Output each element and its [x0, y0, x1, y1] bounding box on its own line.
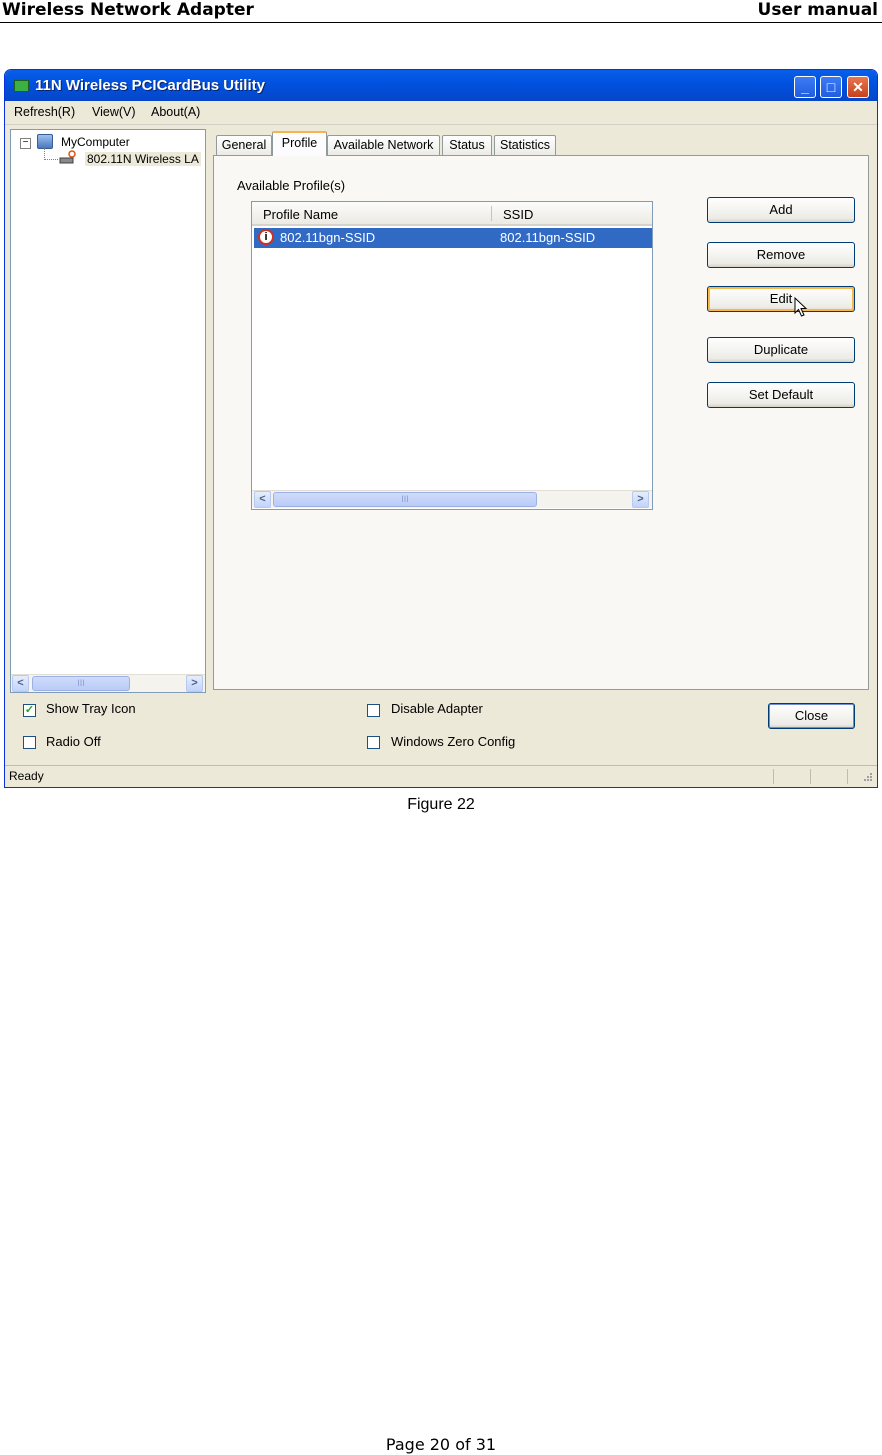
- computer-icon: [37, 134, 53, 149]
- menu-about[interactable]: About(A): [151, 105, 200, 119]
- status-cell: [773, 769, 774, 784]
- menu-view[interactable]: View(V): [92, 105, 136, 119]
- tab-profile[interactable]: Profile: [272, 131, 327, 156]
- page-number: Page 20 of 31: [385, 1435, 497, 1454]
- status-cell: [847, 769, 848, 784]
- tree-horizontal-scrollbar[interactable]: < III >: [11, 674, 205, 692]
- tab-control: General Profile Available Network Status…: [210, 129, 871, 691]
- utility-window: 11N Wireless PCICardBus Utility _ □ ✕ Re…: [4, 69, 878, 788]
- column-ssid[interactable]: SSID: [503, 207, 533, 222]
- tab-status[interactable]: Status: [442, 135, 492, 155]
- remove-button[interactable]: Remove: [707, 242, 855, 268]
- chevron-left-icon[interactable]: <: [254, 491, 271, 508]
- profile-name-cell: 802.11bgn-SSID: [280, 230, 376, 245]
- disable-adapter-checkbox[interactable]: [367, 704, 380, 717]
- set-default-button[interactable]: Set Default: [707, 382, 855, 408]
- available-profiles-label: Available Profile(s): [237, 178, 346, 193]
- disable-adapter-label[interactable]: Disable Adapter: [391, 701, 483, 716]
- checkmark-icon: ✓: [24, 704, 35, 716]
- mouse-cursor-icon: [794, 297, 808, 317]
- tree-item-adapter[interactable]: 802.11N Wireless LA: [85, 152, 201, 166]
- window-title: 11N Wireless PCICardBus Utility: [35, 77, 265, 94]
- profile-list-header: Profile Name SSID: [252, 202, 652, 226]
- resize-grip-icon[interactable]: [861, 772, 873, 784]
- document-header: Wireless Network Adapter User manual: [0, 0, 882, 23]
- radio-off-label[interactable]: Radio Off: [46, 734, 101, 749]
- document-title: Wireless Network Adapter: [2, 0, 254, 20]
- chevron-right-icon[interactable]: >: [632, 491, 649, 508]
- profile-list-scroll-thumb[interactable]: III: [273, 492, 537, 507]
- edit-button[interactable]: Edit: [707, 286, 855, 317]
- wireless-adapter-icon: [59, 150, 76, 164]
- ssid-cell: 802.11bgn-SSID: [500, 230, 596, 245]
- chevron-right-icon[interactable]: >: [186, 675, 203, 692]
- table-row[interactable]: i 802.11bgn-SSID 802.11bgn-SSID: [254, 228, 652, 248]
- status-bar: Ready: [5, 765, 877, 787]
- windows-zero-config-checkbox[interactable]: [367, 736, 380, 749]
- tree-item-mycomputer[interactable]: MyComputer: [61, 135, 130, 149]
- maximize-icon[interactable]: □: [820, 76, 842, 98]
- close-icon[interactable]: ✕: [847, 76, 869, 98]
- column-profile-name[interactable]: Profile Name: [263, 207, 338, 222]
- tree-connector-h: [44, 159, 58, 160]
- app-icon: [14, 80, 29, 92]
- radio-off-checkbox[interactable]: [23, 736, 36, 749]
- menu-bar: Refresh(R) View(V) About(A): [5, 101, 877, 125]
- status-cell: [810, 769, 811, 784]
- profile-info-icon: i: [258, 229, 274, 245]
- edit-button-label: Edit: [769, 291, 793, 306]
- tab-general[interactable]: General: [216, 135, 272, 155]
- tree-collapse-toggle[interactable]: −: [20, 138, 31, 149]
- add-button[interactable]: Add: [707, 197, 855, 223]
- windows-zero-config-label[interactable]: Windows Zero Config: [391, 734, 515, 749]
- tab-statistics[interactable]: Statistics: [494, 135, 556, 155]
- tree-scroll-thumb[interactable]: III: [32, 676, 130, 691]
- tab-available-network[interactable]: Available Network: [327, 135, 440, 155]
- show-tray-icon-checkbox[interactable]: ✓: [23, 704, 36, 717]
- duplicate-button[interactable]: Duplicate: [707, 337, 855, 363]
- show-tray-icon-label[interactable]: Show Tray Icon: [46, 701, 136, 716]
- menu-refresh[interactable]: Refresh(R): [14, 105, 75, 119]
- status-text: Ready: [9, 769, 44, 783]
- close-button[interactable]: Close: [768, 703, 855, 729]
- profile-panel: Available Profile(s) Profile Name SSID i…: [213, 155, 869, 690]
- title-bar[interactable]: 11N Wireless PCICardBus Utility _ □ ✕: [5, 70, 877, 101]
- device-tree[interactable]: − MyComputer 802.11N Wireless LA < III >: [10, 129, 206, 693]
- chevron-left-icon[interactable]: <: [12, 675, 29, 692]
- column-separator[interactable]: [491, 206, 492, 221]
- minimize-icon[interactable]: _: [794, 76, 816, 98]
- figure-caption: Figure 22: [407, 796, 475, 813]
- profile-list[interactable]: Profile Name SSID i 802.11bgn-SSID 802.1…: [251, 201, 653, 510]
- options-area: ✓ Show Tray Icon Radio Off Disable Adapt…: [5, 695, 877, 765]
- document-type: User manual: [757, 0, 878, 20]
- profile-list-horizontal-scrollbar[interactable]: < III >: [252, 490, 652, 508]
